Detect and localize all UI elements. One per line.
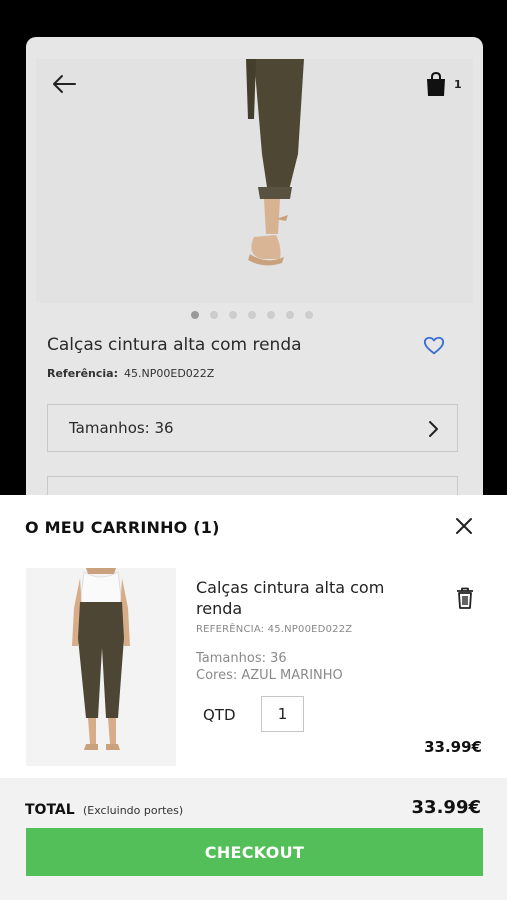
shopping-bag-icon[interactable] (424, 71, 448, 97)
trash-icon[interactable] (455, 586, 475, 610)
cart-item-reference: REFERÊNCIA: 45.NP00ED022Z (196, 624, 353, 635)
cart-footer: TOTAL (Excluindo portes) 33.99€ CHECKOUT (0, 778, 507, 900)
total-value: 33.99€ (411, 797, 481, 818)
chevron-right-icon (429, 421, 438, 437)
gallery-dot[interactable] (210, 311, 218, 319)
total-note: (Excluindo portes) (83, 804, 184, 817)
gallery-dot[interactable] (248, 311, 256, 319)
size-selector-label: Tamanhos: 36 (69, 419, 174, 437)
product-image[interactable] (36, 59, 473, 303)
bag-count-badge: 1 (454, 78, 462, 91)
cart-title: O MEU CARRINHO (1) (25, 518, 220, 537)
gallery-pagination (191, 311, 313, 319)
cart-item-name[interactable]: Calças cintura alta com renda (196, 577, 396, 619)
cart-sheet: O MEU CARRINHO (1) Calças cintura alta c… (0, 495, 507, 900)
product-page: 1 Calças cintura alta com renda Referênc… (26, 37, 483, 507)
gallery-dot[interactable] (305, 311, 313, 319)
gallery-dot[interactable] (267, 311, 275, 319)
cart-item-size: Tamanhos: 36 (196, 651, 287, 666)
gallery-dot[interactable] (286, 311, 294, 319)
size-selector[interactable]: Tamanhos: 36 (47, 404, 458, 452)
qty-label: QTD (203, 706, 236, 724)
product-reference: Referência: 45.NP00ED022Z (47, 367, 214, 380)
cart-item-price: 33.99€ (424, 738, 482, 756)
reference-label: Referência: (47, 367, 119, 380)
arrow-left-icon[interactable] (51, 73, 77, 95)
checkout-button[interactable]: CHECKOUT (26, 828, 483, 876)
close-icon[interactable] (455, 517, 473, 535)
gallery-dot[interactable] (191, 311, 199, 319)
cart-item-color: Cores: AZUL MARINHO (196, 668, 343, 683)
heart-icon[interactable] (423, 335, 445, 357)
qty-input[interactable]: 1 (261, 696, 304, 732)
total-label: TOTAL (25, 802, 75, 818)
cart-item-image[interactable] (26, 568, 176, 766)
gallery-dot[interactable] (229, 311, 237, 319)
product-title: Calças cintura alta com renda (47, 335, 302, 355)
reference-value: 45.NP00ED022Z (124, 367, 215, 380)
